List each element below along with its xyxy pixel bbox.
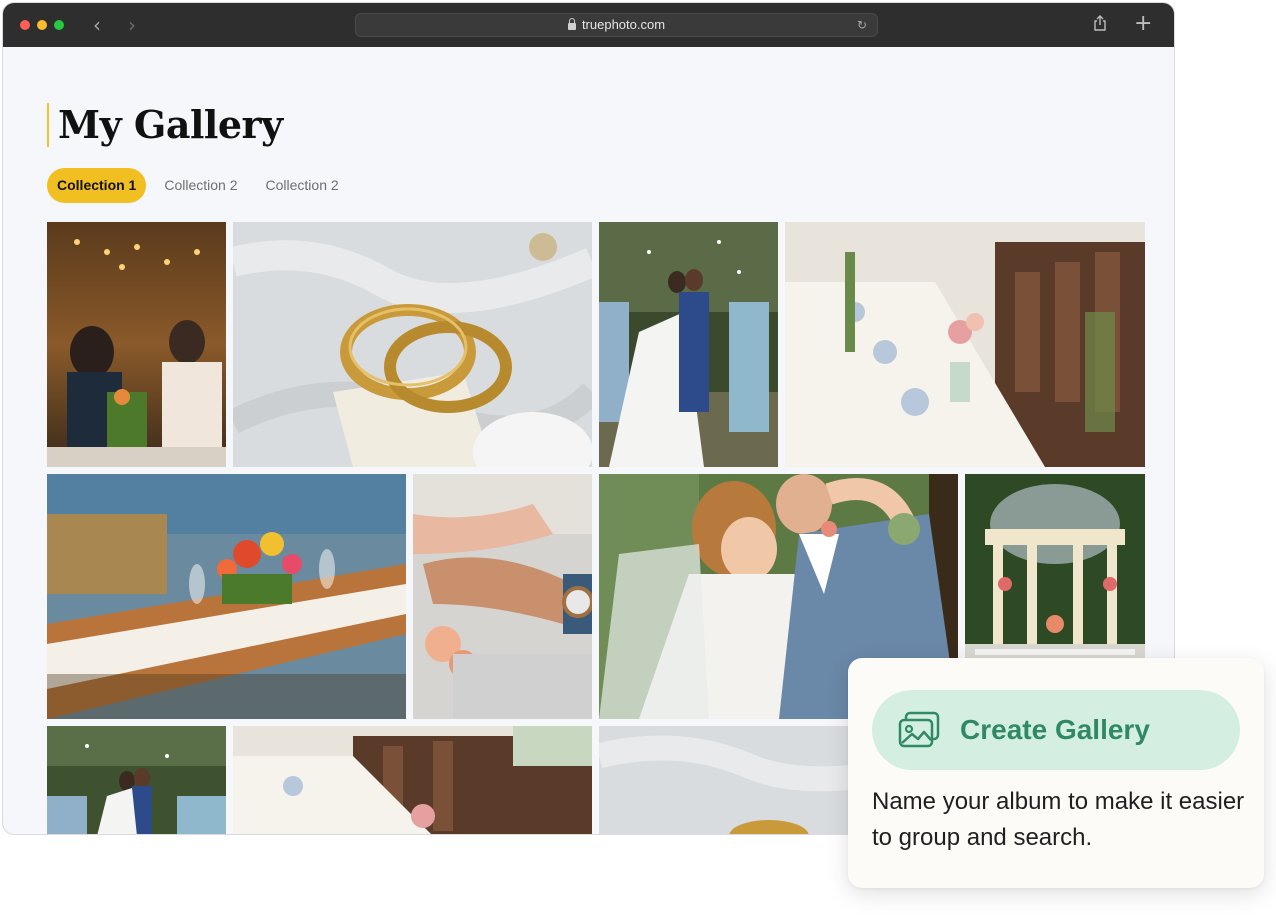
photo-banquet-flowers[interactable] [47,474,406,719]
gallery-icon [898,711,940,748]
address-bar[interactable]: truephoto.com ↻ [355,13,878,37]
maximize-window-button[interactable] [54,20,64,30]
url-text: truephoto.com [581,17,666,32]
back-arrow-icon[interactable]: ‹ [85,13,109,37]
photo-wedding-rings[interactable] [233,222,592,467]
reload-icon[interactable]: ↻ [857,14,867,36]
plus-icon[interactable]: + [1134,11,1152,37]
collection-tabs: Collection 1 Collection 2 Collection 2 [47,168,357,203]
page-title: My Gallery [47,103,283,147]
create-gallery-label: Create Gallery [960,714,1150,745]
tab-collection-3[interactable]: Collection 2 [256,168,349,203]
minimize-window-button[interactable] [37,20,47,30]
photo-table-setting[interactable] [785,222,1145,467]
tab-collection-1[interactable]: Collection 1 [47,168,147,203]
photo-confetti-couple[interactable] [47,726,226,834]
stage: ‹ › truephoto.com ↻ + My Gallery Collect… [0,0,1276,918]
close-window-button[interactable] [20,20,30,30]
tab-collection-2[interactable]: Collection 2 [154,168,247,203]
forward-arrow-icon[interactable]: › [120,13,144,37]
photo-reception-toast[interactable] [47,222,226,467]
card-description: Name your album to make it easier to gro… [872,788,1245,851]
browser-titlebar: ‹ › truephoto.com ↻ + [3,3,1174,47]
share-icon[interactable] [1093,15,1107,31]
photo-holding-hands[interactable] [413,474,592,719]
photo-couple-kiss-forest[interactable] [599,222,778,467]
create-gallery-card: Create Gallery Name your album to make i… [848,658,1264,888]
photo-table-long[interactable] [233,726,592,834]
create-gallery-button[interactable]: Create Gallery [872,690,1240,770]
lock-icon [567,18,576,30]
